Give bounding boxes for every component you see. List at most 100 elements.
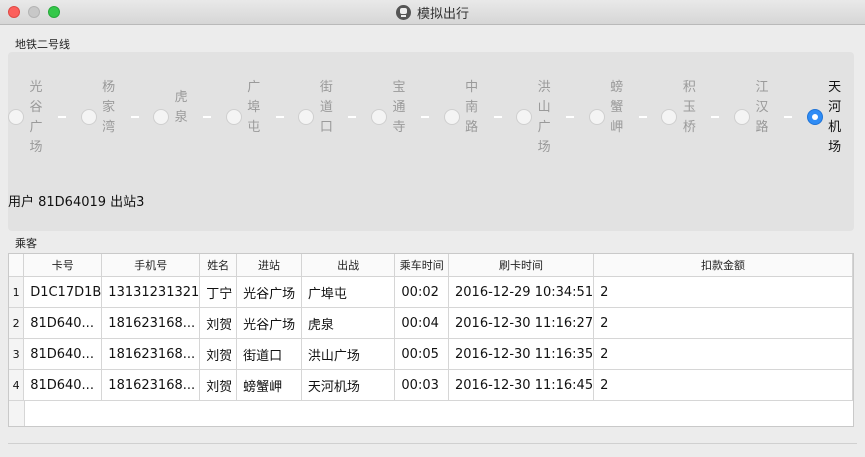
station-connector [711,116,720,118]
station-0[interactable]: 光谷广场 [8,52,82,155]
name-cell: 刘贺 [199,338,238,370]
fee-cell: 2 [593,338,853,370]
column-header-name[interactable]: 姓名 [199,254,238,277]
station-radio-button[interactable] [516,109,533,125]
table-header-row: 卡号 手机号 姓名 进站 出战 乘车时间 刷卡时间 扣款金额 [9,254,853,277]
line-label: 地铁二号线 [15,38,70,51]
exit-station-cell: 虎泉 [301,307,396,339]
fee-cell: 2 [593,307,853,339]
station-name: 天河机场 [828,80,842,155]
station-name: 光谷广场 [29,80,43,155]
entry-station-cell: 光谷广场 [236,307,302,339]
table-row[interactable]: 3 81D640... 181623168... 刘贺 街道口 洪山广场 00:05 2016… [9,338,853,370]
empty-row-number-area [9,401,25,426]
station-name: 螃蟹岬 [610,80,624,135]
station-name: 虎泉 [174,90,188,125]
column-header-swipe-time[interactable]: 刷卡时间 [448,254,595,277]
station-name: 江汉路 [755,80,769,135]
station-7[interactable]: 洪山广场 [516,52,590,155]
station-8[interactable]: 螃蟹岬 [588,52,663,152]
station-5[interactable]: 宝通寺 [371,52,445,152]
station-radio-button[interactable] [443,109,460,125]
column-header-exit[interactable]: 出战 [301,254,396,277]
card-number-cell: 81D640... [23,338,103,370]
station-2[interactable]: 虎泉 [153,52,227,152]
name-cell: 刘贺 [199,307,238,339]
station-11[interactable]: 天河机场 [806,52,865,155]
station-10[interactable]: 江汉路 [734,52,808,152]
station-name: 中南路 [465,80,479,135]
entry-station-cell: 螃蟹岬 [236,369,302,401]
row-number: 1 [9,276,25,308]
name-cell: 刘贺 [199,369,238,401]
entry-station-cell: 街道口 [236,338,302,370]
swipe-time-cell: 2016-12-30 11:16:27 [448,307,595,339]
station-name: 街道口 [319,80,333,135]
fee-cell: 2 [593,369,853,401]
table-row[interactable]: 4 81D640... 181623168... 刘贺 螃蟹岬 天河机场 00:03 2016… [9,369,853,401]
passenger-grid: 卡号 手机号 姓名 进站 出战 乘车时间 刷卡时间 扣款金额 1 D1C17D1B… [9,254,853,401]
station-connector [784,116,792,118]
card-number-cell: 81D640... [23,369,103,401]
station-name: 广埠屯 [247,80,261,135]
row-number: 4 [9,369,25,401]
status-message: 用户 81D64019 出站3 [8,195,145,210]
row-number-header [9,254,25,277]
station-connector [421,116,429,118]
station-9[interactable]: 积玉桥 [661,52,735,152]
passengers-label: 乘客 [15,237,37,250]
station-name: 宝通寺 [392,80,406,135]
phone-cell: 13131231321 [101,276,201,308]
card-number-cell: 81D640... [23,307,103,339]
ride-time-cell: 00:03 [394,369,450,401]
swipe-time-cell: 2016-12-30 11:16:35 [448,338,595,370]
station-radio-button[interactable] [153,109,170,125]
name-cell: 丁宁 [199,276,238,308]
station-radio-button[interactable] [80,109,97,125]
station-1[interactable]: 杨家湾 [80,52,155,152]
station-name: 杨家湾 [102,80,116,135]
station-radio-button[interactable] [661,109,678,125]
swipe-time-cell: 2016-12-30 11:16:45 [448,369,595,401]
window-title-group: 模拟出行 [0,0,865,24]
phone-cell: 181623168... [101,369,201,401]
column-header-phone[interactable]: 手机号 [101,254,201,277]
station-connector [58,116,66,118]
exit-station-cell: 广埠屯 [301,276,396,308]
station-radio-button[interactable] [298,109,315,125]
bottom-divider [8,443,857,444]
card-number-cell: D1C17D1B [23,276,103,308]
table-row[interactable]: 1 D1C17D1B 13131231321 丁宁 光谷广场 广埠屯 00:02 2016-1… [9,276,853,308]
column-header-fee[interactable]: 扣款金额 [593,254,853,277]
metro-train-icon [395,4,411,20]
station-radio-button[interactable] [371,109,387,125]
station-radio-button[interactable] [588,109,605,125]
exit-station-cell: 洪山广场 [301,338,396,370]
column-header-entry[interactable]: 进站 [236,254,302,277]
station-connector [348,116,357,118]
exit-station-cell: 天河机场 [301,369,396,401]
station-connector [638,116,647,118]
station-connector [566,116,575,118]
entry-station-cell: 光谷广场 [236,276,302,308]
column-header-ride-time[interactable]: 乘车时间 [394,254,450,277]
ride-time-cell: 00:02 [394,276,450,308]
ride-time-cell: 00:04 [394,307,450,339]
station-3[interactable]: 广埠屯 [225,52,300,152]
station-radio-button[interactable] [806,109,823,125]
phone-cell: 181623168... [101,338,201,370]
table-row[interactable]: 2 81D640... 181623168... 刘贺 光谷广场 虎泉 00:04 2016-… [9,307,853,339]
station-name: 洪山广场 [537,80,551,155]
station-radio-button[interactable] [734,109,750,125]
swipe-time-cell: 2016-12-29 10:34:51 [448,276,595,308]
station-4[interactable]: 街道口 [298,52,372,152]
station-radio-button[interactable] [225,109,242,125]
station-radio-button[interactable] [8,109,24,125]
station-connector [493,116,502,118]
column-header-card[interactable]: 卡号 [23,254,103,277]
station-name: 积玉桥 [682,80,696,135]
passenger-table[interactable]: 卡号 手机号 姓名 进站 出战 乘车时间 刷卡时间 扣款金额 1 D1C17D1B… [8,253,854,427]
window-title: 模拟出行 [416,6,469,22]
station-connector [130,116,139,118]
station-6[interactable]: 中南路 [443,52,518,152]
